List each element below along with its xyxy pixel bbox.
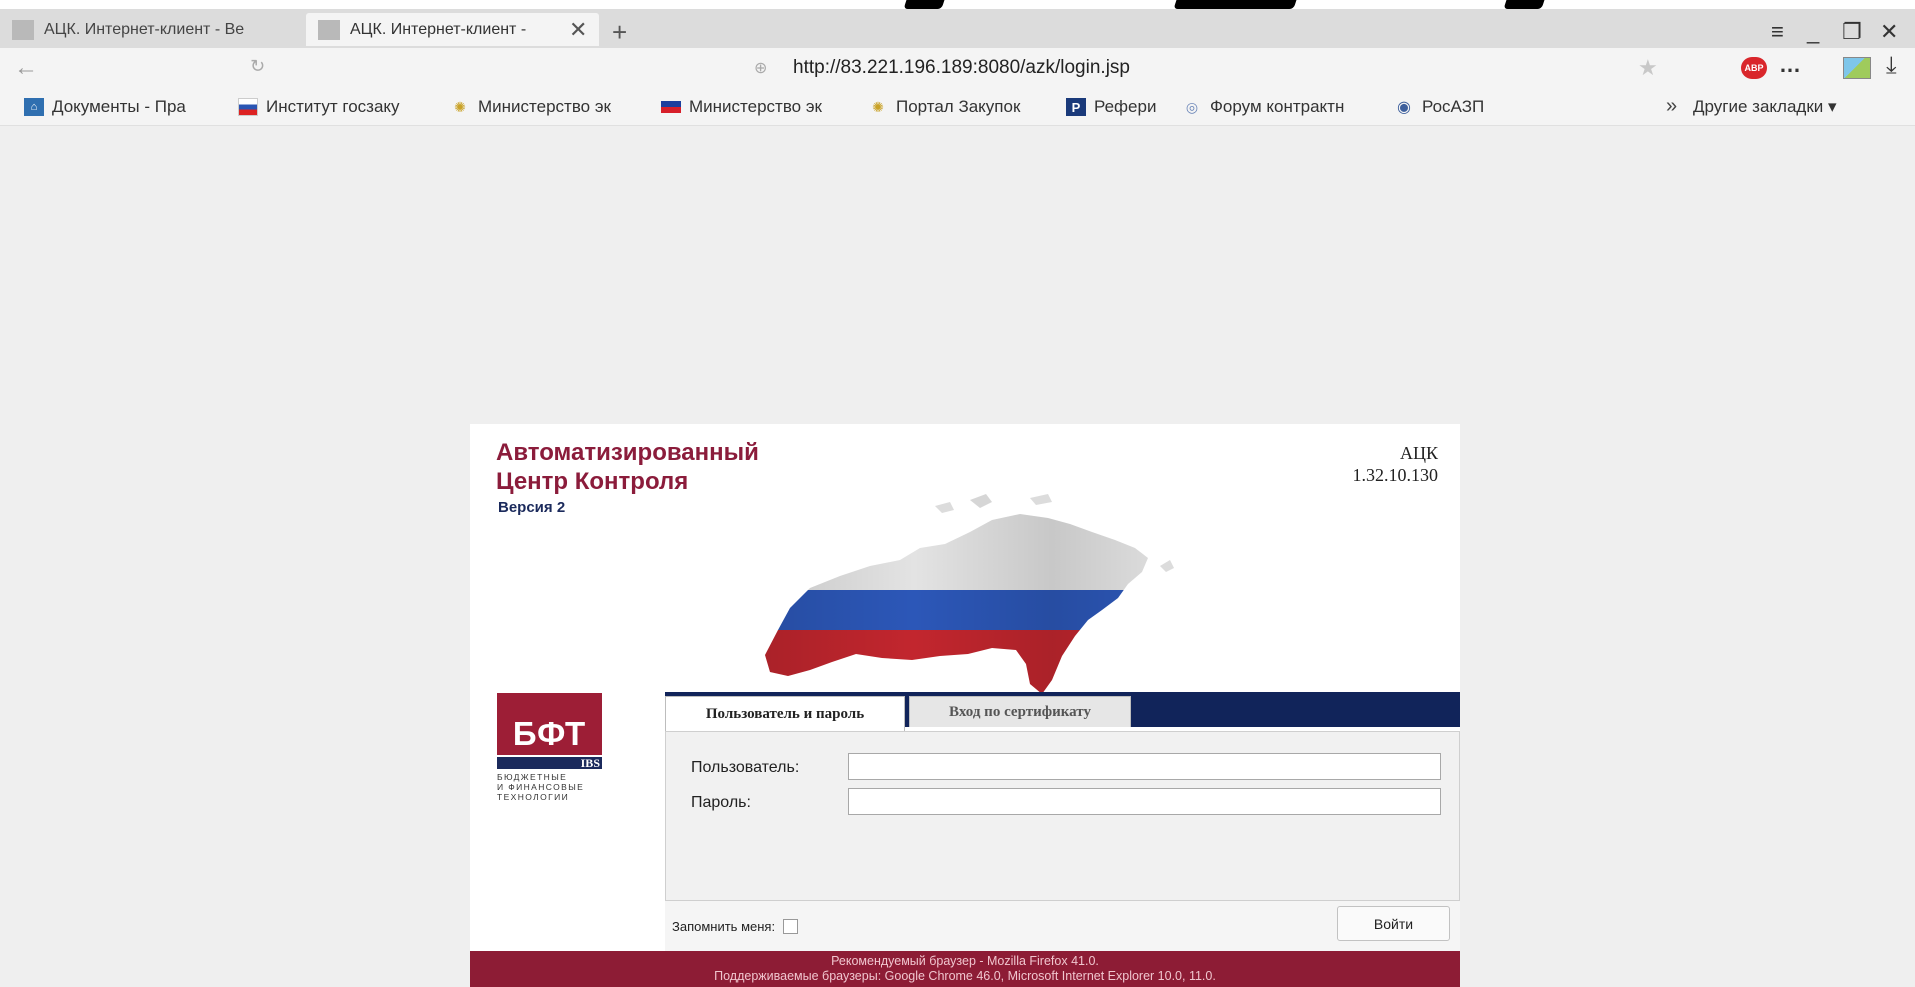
browser-tab-bar: АЦК. Интернет-клиент - Ве АЦК. Интернет-… — [0, 9, 1915, 48]
restore-icon[interactable]: ❐ — [1842, 21, 1862, 43]
bookmark-item[interactable]: ◉ РосАЗП — [1394, 97, 1504, 117]
url-field[interactable]: http://83.221.196.189:8080/azk/login.jsp — [793, 57, 1130, 79]
russia-flag-map-image — [765, 494, 1174, 694]
bookmark-item[interactable]: P Рефери — [1066, 97, 1184, 117]
globe-icon: ⊕ — [754, 60, 768, 77]
bookmark-label: Министерство эк — [689, 97, 822, 116]
cropped-glyph — [1173, 0, 1297, 9]
bookmarks-bar: ⌂ Документы - Пра Институт госзаку ✺ Мин… — [0, 88, 1915, 126]
product-title: Автоматизированный Центр Контроля — [496, 438, 759, 496]
app-name: АЦК — [1399, 443, 1438, 463]
adblock-icon[interactable]: ABP — [1741, 57, 1767, 79]
logo-caption-line: И ФИНАНСОВЫЕ — [497, 782, 585, 792]
recommended-browser-text: Рекомендуемый браузер - Mozilla Firefox … — [831, 954, 1099, 968]
bookmark-item[interactable]: ✺ Министерство эк — [450, 97, 640, 117]
bft-logo: БФТ IBS БЮДЖЕТНЫЕ И ФИНАНСОВЫЕ ТЕХНОЛОГИ… — [497, 693, 605, 802]
close-window-icon[interactable]: ✕ — [1880, 21, 1898, 43]
logo-caption-line: ТЕХНОЛОГИИ — [497, 792, 570, 802]
flag-icon — [661, 101, 681, 113]
bookmark-label: Министерство эк — [478, 97, 611, 116]
bookmark-item[interactable]: ⌂ Документы - Пра — [24, 97, 216, 117]
bft-logo-mark: БФТ — [497, 693, 602, 755]
minimize-icon[interactable]: _ — [1807, 21, 1819, 43]
circle-logo-icon: ◉ — [1397, 99, 1411, 116]
menu-icon[interactable]: ≡ — [1771, 21, 1784, 43]
remember-me-checkbox[interactable] — [783, 919, 799, 934]
bookmark-item[interactable]: ◎ Форум контрактн — [1182, 97, 1372, 117]
tab-user-password[interactable]: Пользователь и пароль — [665, 696, 905, 731]
bookmark-label: РосАЗП — [1422, 97, 1485, 116]
supported-browsers-text: Поддерживаемые браузеры: Google Chrome 4… — [714, 969, 1216, 983]
globe-icon: ◎ — [1185, 98, 1199, 115]
login-form: Пользователь: Пароль: — [665, 731, 1460, 901]
back-arrow-icon[interactable]: ← — [14, 54, 38, 82]
p-logo-icon: P — [1066, 98, 1086, 116]
reload-icon[interactable]: ↻ — [250, 56, 265, 77]
login-panel: Автоматизированный Центр Контроля Версия… — [470, 424, 1460, 951]
username-field[interactable] — [848, 753, 1441, 780]
remember-me-label: Запомнить меня: — [672, 919, 776, 934]
browser-support-footer: Рекомендуемый браузер - Mozilla Firefox … — [470, 951, 1460, 987]
username-label: Пользователь: — [691, 759, 800, 776]
coat-of-arms-icon: ✺ — [454, 98, 466, 115]
cropped-glyph — [1503, 0, 1545, 9]
bookmark-item[interactable]: ✺ Портал Закупок — [868, 97, 1044, 117]
close-tab-icon[interactable]: ✕ — [569, 17, 587, 43]
product-title-line: Центр Контроля — [496, 468, 689, 495]
logo-caption-line: БЮДЖЕТНЫЕ — [497, 772, 568, 782]
more-bookmarks-icon[interactable]: » — [1666, 95, 1677, 118]
bookmark-label: Форум контрактн — [1210, 97, 1345, 116]
bookmark-label: Портал Закупок — [896, 97, 1021, 116]
ibs-bar: IBS — [497, 756, 602, 770]
bookmark-item[interactable]: Министерство эк — [661, 97, 851, 117]
page-favicon-icon — [12, 19, 34, 40]
bookmark-label: Документы - Пра — [52, 97, 186, 116]
product-version-label: Версия 2 — [498, 499, 566, 516]
bookmark-label: Институт госзаку — [266, 97, 400, 116]
top-edge-strip — [0, 0, 1915, 9]
download-icon[interactable]: ⤓ — [1886, 52, 1897, 80]
other-bookmarks-folder[interactable]: Другие закладки ▾ — [1693, 97, 1837, 117]
login-button[interactable]: Войти — [1337, 906, 1450, 941]
password-field[interactable] — [848, 788, 1441, 815]
address-bar: ← ↻ ⊕ http://83.221.196.189:8080/azk/log… — [0, 48, 1915, 88]
product-title-line: Автоматизированный — [496, 439, 759, 466]
tab-title: АЦК. Интернет-клиент - — [350, 20, 527, 38]
bookmark-label: Рефери — [1094, 97, 1157, 116]
login-actions-row: Запомнить меня: Войти — [665, 901, 1460, 951]
more-icon[interactable]: … — [1779, 52, 1801, 78]
app-version-block: АЦК 1.32.10.130 — [1353, 442, 1439, 486]
bookmark-item[interactable]: Институт госзаку — [238, 97, 434, 117]
image-extension-icon[interactable] — [1843, 57, 1871, 79]
cropped-glyph — [903, 0, 945, 9]
page-favicon-icon — [318, 19, 340, 40]
new-tab-icon[interactable]: + — [612, 19, 627, 45]
building-icon: ⌂ — [24, 98, 44, 116]
bookmark-star-icon[interactable]: ★ — [1638, 55, 1658, 81]
password-label: Пароль: — [691, 794, 751, 811]
remember-me: Запомнить меня: — [672, 919, 799, 934]
russia-flag-icon — [238, 98, 258, 116]
tab-certificate[interactable]: Вход по сертификату — [909, 696, 1131, 727]
browser-tab-active[interactable]: АЦК. Интернет-клиент - ✕ — [306, 13, 599, 46]
browser-tab[interactable]: АЦК. Интернет-клиент - Ве — [12, 13, 302, 46]
app-version: 1.32.10.130 — [1352, 465, 1439, 485]
tab-title: АЦК. Интернет-клиент - Ве — [44, 20, 245, 38]
coat-of-arms-icon: ✺ — [872, 98, 884, 115]
ibs-text: IBS — [580, 756, 600, 770]
